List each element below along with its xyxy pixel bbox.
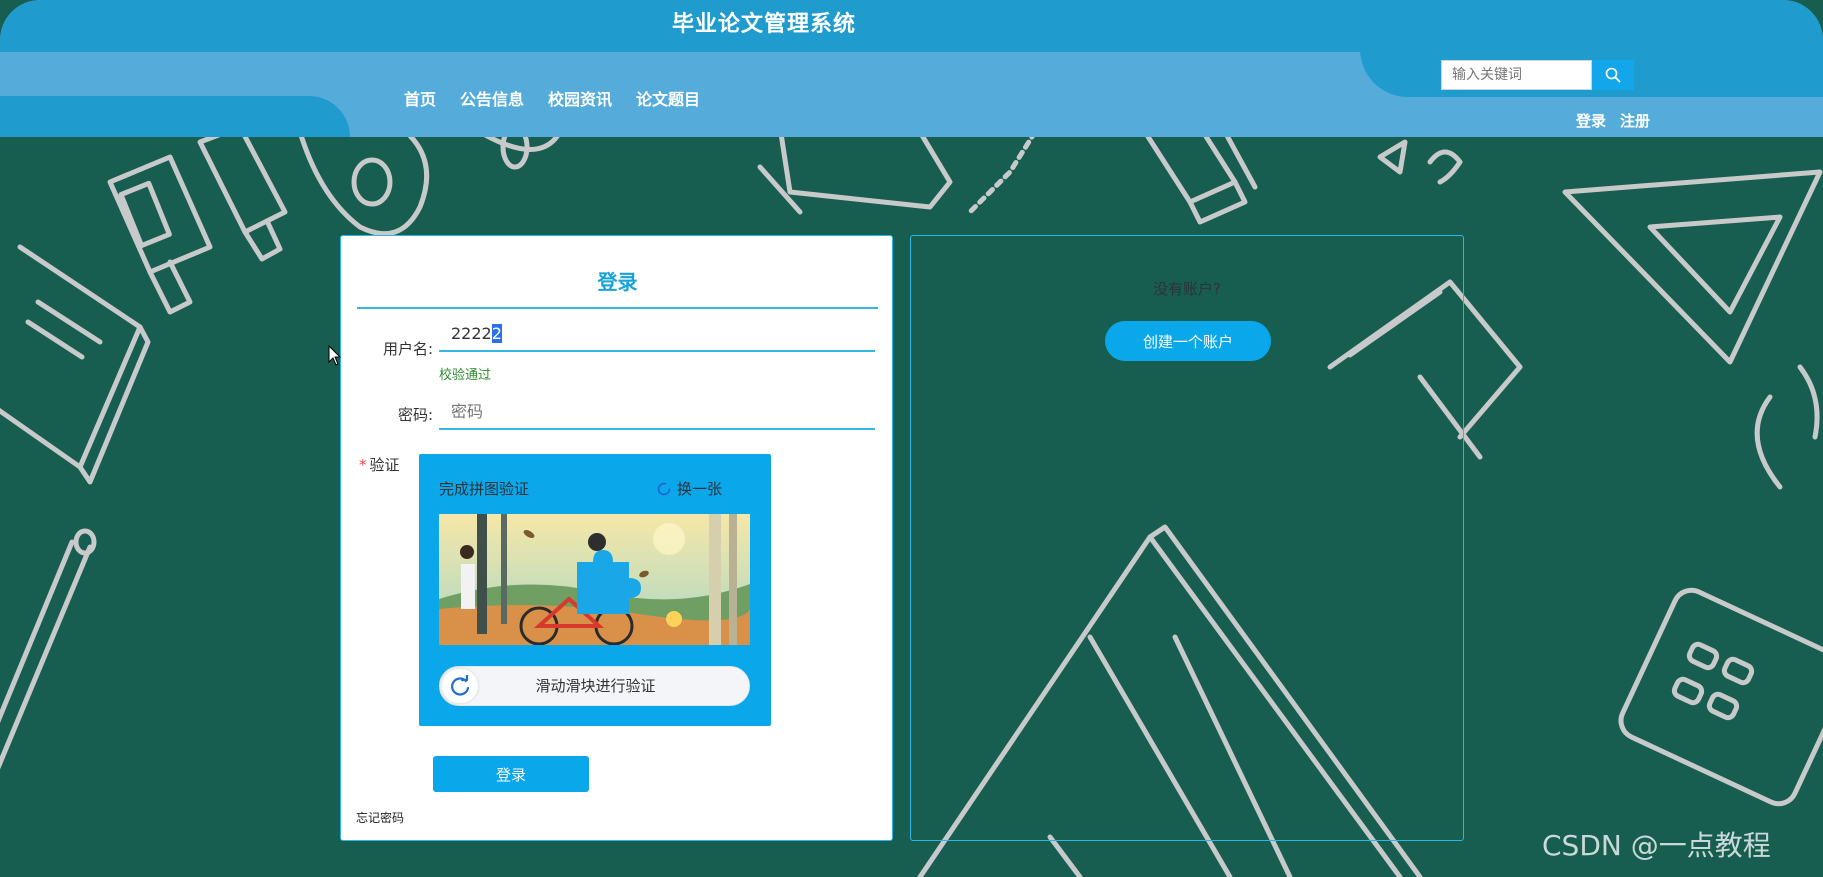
search-input[interactable] (1441, 60, 1592, 90)
auth-links: 登录 注册 (1576, 110, 1650, 131)
username-selected-text: 2 (491, 324, 502, 343)
login-submit-button[interactable]: 登录 (433, 756, 589, 792)
mouse-cursor-icon (328, 345, 342, 366)
captcha-slider-track[interactable]: 滑动滑块进行验证 (439, 666, 750, 706)
captcha-refresh-label: 换一张 (677, 480, 723, 498)
slider-instruction: 滑动滑块进行验证 (535, 677, 656, 695)
username-input[interactable]: 22222 (439, 316, 875, 352)
username-validation-message: 校验通过 (439, 368, 492, 383)
header-login-link[interactable]: 登录 (1576, 110, 1606, 131)
csdn-watermark: CSDN @一点教程 (1542, 829, 1771, 862)
puzzle-captcha: 完成拼图验证 换一张 滑动滑块进行验证 (419, 454, 771, 726)
site-title: 毕业论文管理系统 (672, 12, 857, 37)
search-box (1441, 60, 1634, 90)
captcha-title: 完成拼图验证 (439, 480, 530, 498)
main-nav: 首页 公告信息 校园资讯 论文题目 (404, 86, 700, 110)
captcha-label: * 验证 (359, 454, 407, 475)
password-label: 密码: (397, 406, 433, 424)
username-label: 用户名: (382, 340, 433, 358)
nav-announcements[interactable]: 公告信息 (460, 86, 524, 110)
header-register-link[interactable]: 注册 (1620, 110, 1650, 131)
captcha-label-text: 验证 (369, 456, 400, 474)
nav-thesis-topics[interactable]: 论文题目 (636, 86, 700, 110)
no-account-prompt: 没有账户? (1153, 280, 1221, 298)
forgot-password-link[interactable]: 忘记密码 (356, 809, 404, 826)
register-panel: 没有账户? 创建一个账户 (910, 235, 1464, 841)
nav-campus-news[interactable]: 校园资讯 (548, 86, 612, 110)
password-input[interactable] (439, 394, 875, 430)
header-left-band (0, 96, 350, 137)
rotate-arrow-icon (451, 675, 470, 696)
captcha-puzzle-image (439, 514, 750, 645)
create-account-button[interactable]: 创建一个账户 (1105, 321, 1271, 361)
search-button[interactable] (1592, 60, 1634, 90)
login-panel: 登录 用户名: 22222 校验通过 密码: * 验证 完成拼图验证 换一张 滑… (340, 235, 893, 841)
site-header: 毕业论文管理系统 首页 公告信息 校园资讯 论文题目 登录 注册 (0, 0, 1823, 137)
username-value: 2222 (451, 324, 492, 343)
search-icon (1605, 67, 1621, 83)
required-mark: * (359, 456, 367, 474)
login-title: 登录 (357, 266, 878, 309)
captcha-refresh-button[interactable]: 换一张 (657, 478, 722, 499)
refresh-circle-icon (657, 482, 671, 495)
slider-handle[interactable] (442, 669, 478, 703)
nav-home[interactable]: 首页 (404, 86, 436, 110)
